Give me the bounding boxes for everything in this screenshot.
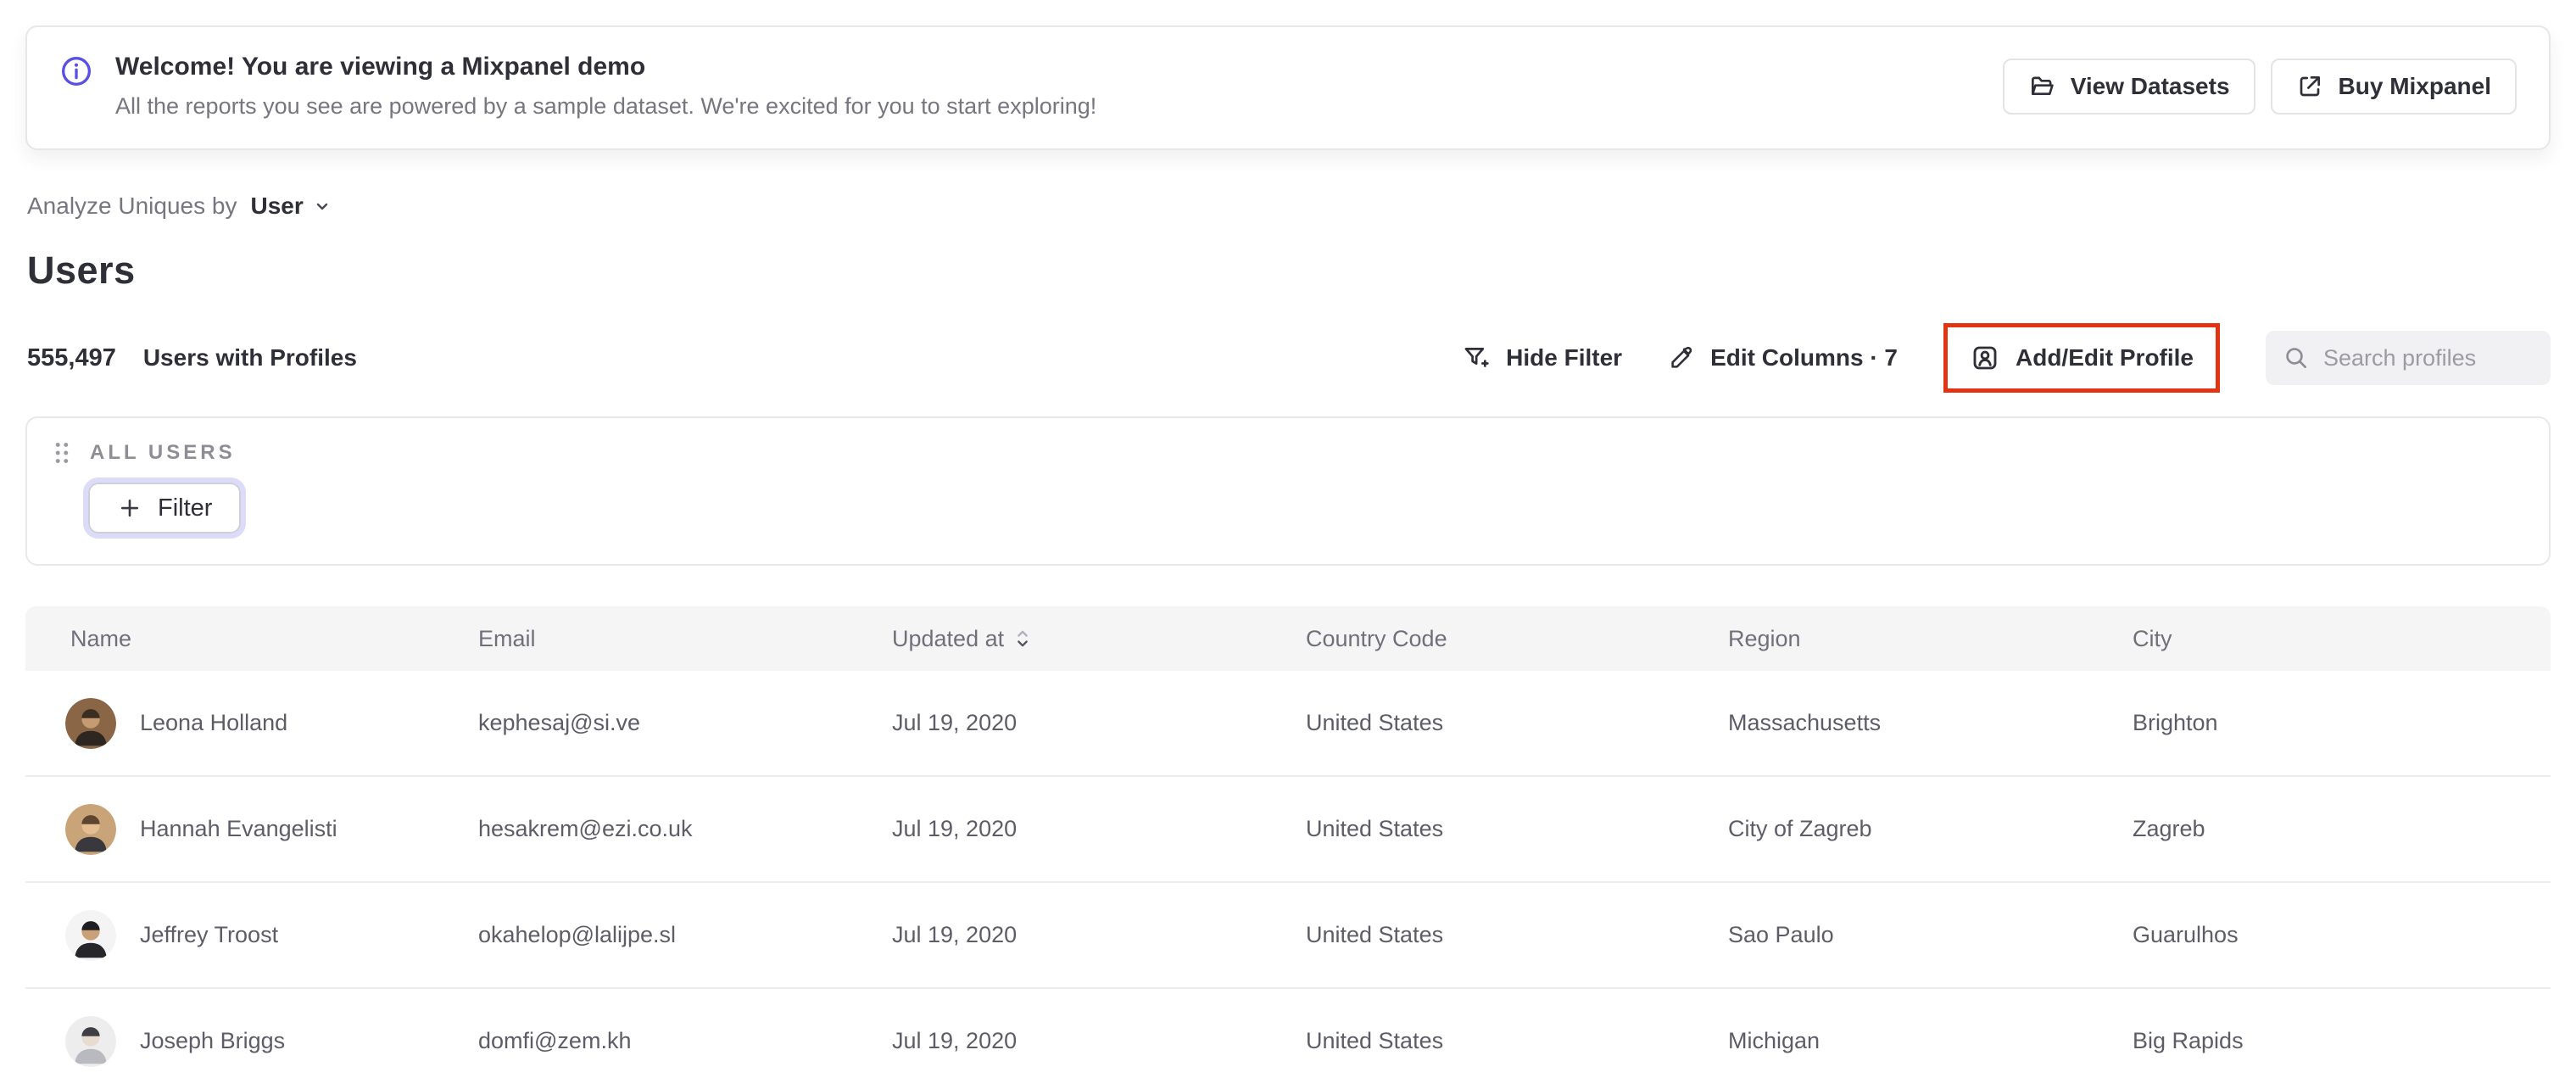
page-title: Users xyxy=(27,249,136,292)
table-header-row: Name Email Updated at Country Code Regio… xyxy=(25,606,2551,671)
user-email: okahelop@lalijpe.sl xyxy=(478,922,677,947)
buy-mixpanel-button[interactable]: Buy Mixpanel xyxy=(2270,58,2517,114)
column-header-region: Region xyxy=(1728,625,1801,651)
avatar xyxy=(65,697,116,749)
add-edit-profile-button[interactable]: Add/Edit Profile xyxy=(1948,327,2216,388)
count-toolbar-row: 555,497 Users with Profiles Hide Filter … xyxy=(25,323,2551,393)
pencil-icon xyxy=(1668,344,1695,371)
funnel-plus-icon xyxy=(1462,343,1491,372)
user-name-cell: Hannah Evangelisti xyxy=(65,803,478,855)
user-email: kephesaj@si.ve xyxy=(478,710,641,735)
user-region: Michigan xyxy=(1728,1028,1820,1053)
user-name-cell: Leona Holland xyxy=(65,697,478,749)
info-icon xyxy=(59,54,93,88)
user-region: Massachusetts xyxy=(1728,710,1882,735)
view-datasets-button[interactable]: View Datasets xyxy=(2002,58,2255,114)
user-city: Big Rapids xyxy=(2133,1028,2244,1053)
user-city: Guarulhos xyxy=(2133,922,2239,947)
user-name: Hannah Evangelisti xyxy=(140,816,337,841)
sort-icon xyxy=(1014,627,1031,651)
user-country: United States xyxy=(1306,710,1444,735)
analyze-by-value: User xyxy=(250,193,304,219)
analyze-uniques-label: Analyze Uniques by xyxy=(27,193,237,219)
edit-columns-label: Edit Columns · 7 xyxy=(1710,344,1898,371)
user-name: Jeffrey Troost xyxy=(140,922,279,947)
user-updated-at: Jul 19, 2020 xyxy=(892,816,1018,841)
hide-filter-button[interactable]: Hide Filter xyxy=(1462,343,1622,372)
user-email: domfi@zem.kh xyxy=(478,1028,632,1053)
profile-count-label: Users with Profiles xyxy=(142,343,357,371)
column-header-name: Name xyxy=(70,625,132,651)
users-table: Name Email Updated at Country Code Regio… xyxy=(25,606,2551,1089)
filter-button-focus-ring: Filter xyxy=(83,477,247,539)
user-country: United States xyxy=(1306,1028,1444,1053)
user-updated-at: Jul 19, 2020 xyxy=(892,710,1018,735)
hide-filter-label: Hide Filter xyxy=(1506,344,1623,371)
welcome-banner: Welcome! You are viewing a Mixpanel demo… xyxy=(25,25,2551,150)
chevron-down-icon xyxy=(312,196,332,216)
user-email: hesakrem@ezi.co.uk xyxy=(478,816,693,841)
column-header-country-code: Country Code xyxy=(1306,625,1447,651)
search-profiles-input[interactable] xyxy=(2323,344,2534,371)
search-icon xyxy=(2283,344,2310,371)
user-city: Brighton xyxy=(2133,710,2218,735)
folder-icon xyxy=(2028,73,2055,100)
table-row[interactable]: Leona Holland kephesaj@si.ve Jul 19, 202… xyxy=(25,671,2551,777)
user-name: Leona Holland xyxy=(140,710,288,735)
user-updated-at: Jul 19, 2020 xyxy=(892,922,1018,947)
plus-icon xyxy=(117,495,142,521)
user-name: Joseph Briggs xyxy=(140,1028,286,1053)
analyze-uniques-row: Analyze Uniques by User xyxy=(27,193,2576,220)
view-datasets-label: View Datasets xyxy=(2070,72,2230,99)
banner-title: Welcome! You are viewing a Mixpanel demo xyxy=(115,53,646,81)
person-card-icon xyxy=(1970,343,2000,373)
user-updated-at: Jul 19, 2020 xyxy=(892,1028,1018,1053)
banner-subtitle: All the reports you see are powered by a… xyxy=(115,93,1097,119)
table-row[interactable]: Joseph Briggs domfi@zem.kh Jul 19, 2020 … xyxy=(25,989,2551,1089)
column-header-email: Email xyxy=(478,625,536,651)
table-row[interactable]: Hannah Evangelisti hesakrem@ezi.co.uk Ju… xyxy=(25,777,2551,883)
buy-mixpanel-label: Buy Mixpanel xyxy=(2338,72,2491,99)
column-header-updated-at[interactable]: Updated at xyxy=(892,626,1306,652)
annotation-highlight-box: Add/Edit Profile xyxy=(1943,323,2220,393)
avatar xyxy=(65,909,116,961)
search-profiles-box xyxy=(2266,331,2551,385)
edit-columns-button[interactable]: Edit Columns · 7 xyxy=(1668,344,1898,371)
add-filter-label: Filter xyxy=(158,494,213,522)
user-country: United States xyxy=(1306,816,1444,841)
user-region: Sao Paulo xyxy=(1728,922,1834,947)
user-name-cell: Jeffrey Troost xyxy=(65,909,478,961)
analyze-by-dropdown[interactable]: User xyxy=(250,193,332,220)
user-country: United States xyxy=(1306,922,1444,947)
user-name-cell: Joseph Briggs xyxy=(65,1015,478,1067)
add-filter-button[interactable]: Filter xyxy=(88,483,242,533)
column-header-updated-at-label: Updated at xyxy=(892,625,1005,651)
external-link-icon xyxy=(2296,73,2323,100)
column-header-city: City xyxy=(2133,625,2172,651)
drag-handle-icon[interactable] xyxy=(53,440,71,466)
profile-count: 555,497 xyxy=(27,343,116,371)
table-row[interactable]: Jeffrey Troost okahelop@lalijpe.sl Jul 1… xyxy=(25,883,2551,989)
user-city: Zagreb xyxy=(2133,816,2205,841)
add-edit-profile-label: Add/Edit Profile xyxy=(2016,344,2194,371)
user-region: City of Zagreb xyxy=(1728,816,1872,841)
filter-group-card: ALL USERS Filter xyxy=(25,416,2551,566)
avatar xyxy=(65,803,116,855)
group-label: ALL USERS xyxy=(90,441,236,464)
avatar xyxy=(65,1015,116,1067)
